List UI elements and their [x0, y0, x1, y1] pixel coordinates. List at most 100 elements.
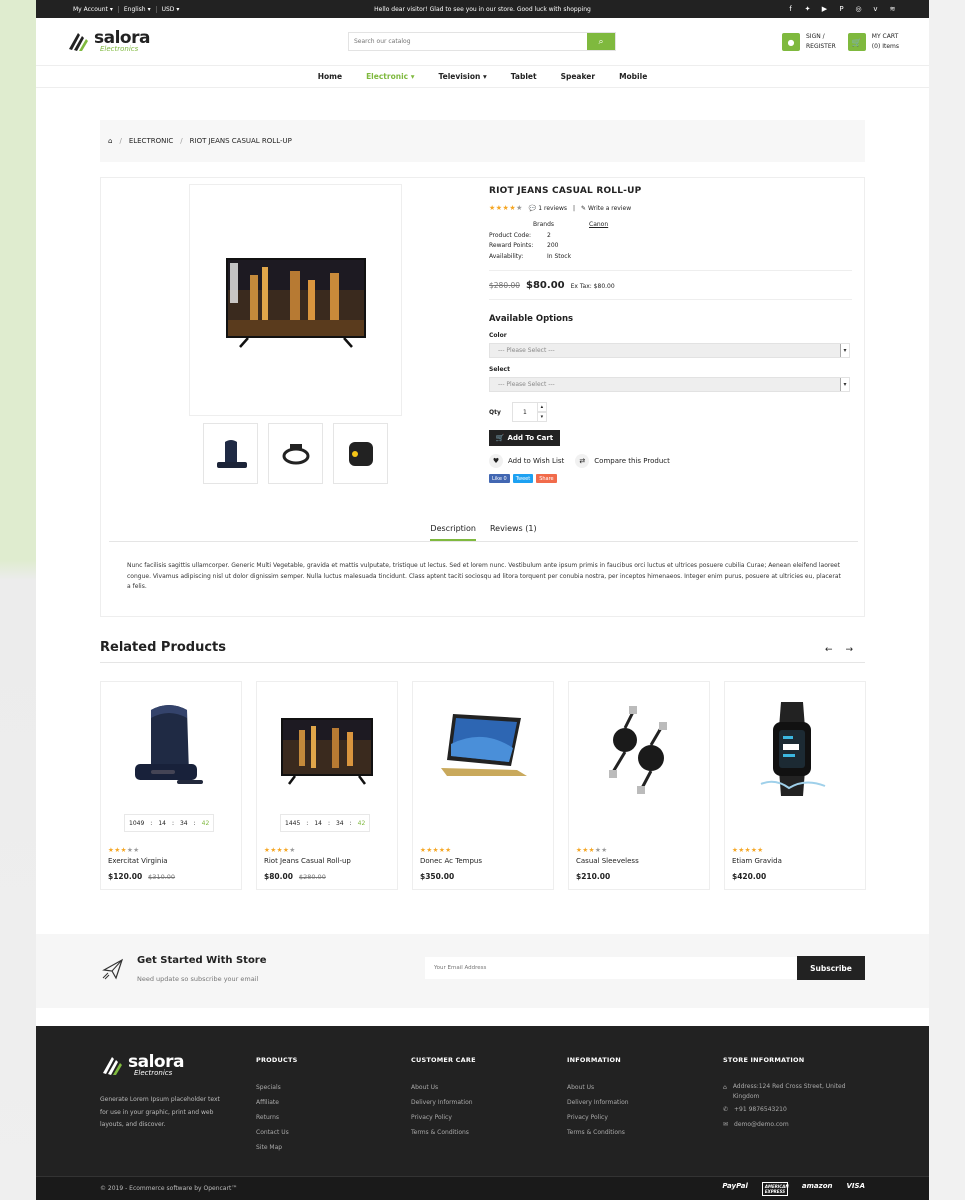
facebook-icon[interactable]: f [786, 5, 795, 13]
rss-icon[interactable]: ≋ [888, 5, 897, 13]
nav-item-electronic[interactable]: Electronic ▾ [366, 72, 414, 81]
qty-up-icon[interactable]: ▴ [536, 402, 547, 412]
home-icon: ⌂ [723, 1084, 727, 1091]
footer-link[interactable]: Delivery Information [567, 1095, 629, 1110]
product-card[interactable]: ★★★★★ Etiam Gravida $420.00 [724, 681, 866, 890]
thumbnail[interactable] [268, 423, 323, 484]
footer-link[interactable]: Affiliate [256, 1095, 297, 1110]
social-links: f ✦ ▶ P ◎ v ≋ [786, 5, 897, 13]
reviews-link[interactable]: 💬 1 reviews [529, 205, 567, 212]
brand-link[interactable]: Canon [589, 220, 608, 231]
home-icon[interactable]: ⌂ [108, 137, 112, 145]
product-name[interactable]: Riot Jeans Casual Roll-up [264, 857, 351, 865]
product-tabs: Description Reviews (1) [109, 524, 858, 542]
product-name[interactable]: Etiam Gravida [732, 857, 782, 865]
product-name[interactable]: Exercitat Virginia [108, 857, 168, 865]
color-select[interactable]: --- Please Select --- ▾ [489, 343, 850, 358]
breadcrumb-item[interactable]: ELECTRONIC [129, 137, 173, 145]
product-image[interactable] [257, 692, 397, 804]
product-main-image[interactable] [189, 184, 402, 416]
product-card[interactable]: 1049:14:34:42 ★★★★★ Exercitat Virginia $… [100, 681, 242, 890]
product-card[interactable]: ★★★★★ Casual Sleeveless $210.00 [568, 681, 710, 890]
footer-link[interactable]: Specials [256, 1080, 297, 1095]
product-image[interactable] [569, 692, 709, 804]
nav-item-speaker[interactable]: Speaker [561, 72, 596, 81]
product-image[interactable] [413, 692, 553, 804]
nav-item-mobile[interactable]: Mobile [619, 72, 647, 81]
thumbnail[interactable] [333, 423, 388, 484]
search-input[interactable] [349, 33, 587, 50]
header: salora Electronics ⌕ ● SIGN / REGISTER 🛒… [36, 18, 929, 66]
nav-item-home[interactable]: Home [318, 72, 342, 81]
footer-customer-care: CUSTOMER CARE About Us Delivery Informat… [411, 1056, 476, 1140]
page: My Account ▾ English ▾ USD ▾ Hello dear vis… [36, 0, 929, 1200]
qty-down-icon[interactable]: ▾ [536, 412, 547, 422]
breadcrumb-item[interactable]: RIOT JEANS CASUAL ROLL-UP [190, 137, 292, 145]
arrow-right-icon[interactable]: → [846, 645, 854, 655]
add-to-cart-button[interactable]: 🛒 Add To Cart [489, 430, 560, 446]
product-image[interactable] [101, 692, 241, 804]
speaker-icon [216, 439, 247, 468]
logo[interactable]: salora Electronics [66, 29, 150, 53]
email-field[interactable] [425, 957, 797, 979]
nav-item-tablet[interactable]: Tablet [511, 72, 537, 81]
chevron-down-icon: ▾ [176, 5, 180, 13]
cart-icon: 🛒 [495, 434, 505, 442]
option-select[interactable]: --- Please Select --- ▾ [489, 377, 850, 392]
qty-input[interactable]: 1 [511, 402, 538, 422]
arrow-left-icon[interactable]: ← [825, 645, 833, 655]
subscribe-button[interactable]: Subscribe [797, 956, 865, 980]
product-name[interactable]: Donec Ac Tempus [420, 857, 482, 865]
twitter-icon[interactable]: ✦ [803, 5, 812, 13]
wishlist-link[interactable]: Add to Wish List [508, 457, 564, 465]
cart-label: MY CART [871, 33, 899, 40]
currency-dropdown[interactable]: USD ▾ [157, 6, 185, 13]
footer-link[interactable]: Returns [256, 1110, 297, 1125]
language-dropdown[interactable]: English ▾ [119, 5, 157, 13]
write-review-link[interactable]: ✎ Write a review [581, 205, 631, 212]
chevron-down-icon: ▾ [840, 344, 849, 357]
timer-seconds: 42 [201, 819, 210, 827]
footer-link[interactable]: Delivery Information [411, 1095, 476, 1110]
pinterest-icon[interactable]: P [837, 5, 846, 13]
product-card[interactable]: 1445:14:34:42 ★★★★★ Riot Jeans Casual Ro… [256, 681, 398, 890]
search-button[interactable]: ⌕ [587, 33, 615, 50]
footer-store-info: STORE INFORMATION ⌂ Address:124 Red Cross… [723, 1056, 853, 1132]
product-name[interactable]: Casual Sleeveless [576, 857, 639, 865]
footer-link[interactable]: Privacy Policy [411, 1110, 476, 1125]
timer-seconds: 42 [357, 819, 366, 827]
store-email[interactable]: demo@demo.com [734, 1117, 789, 1132]
heart-icon[interactable]: ♥ [489, 454, 503, 468]
footer-logo[interactable]: salora Electronics [100, 1053, 184, 1077]
compare-icon[interactable]: ⇄ [575, 454, 590, 468]
share-button[interactable]: Share [536, 474, 557, 483]
sign-register-link[interactable]: ● SIGN / REGISTER [781, 32, 836, 52]
tab-description[interactable]: Description [430, 524, 476, 541]
footer-link[interactable]: Site Map [256, 1140, 297, 1155]
vimeo-icon[interactable]: v [871, 5, 880, 13]
footer-link[interactable]: Terms & Conditions [567, 1125, 629, 1140]
my-account-dropdown[interactable]: My Account ▾ [68, 5, 119, 13]
nav-item-television[interactable]: Television ▾ [438, 72, 486, 81]
footer-link[interactable]: Contact Us [256, 1125, 297, 1140]
footer-heading: PRODUCTS [256, 1056, 298, 1064]
tweet-button[interactable]: Tweet [512, 474, 534, 483]
product-image[interactable] [725, 692, 865, 804]
product-card[interactable]: ★★★★★ Donec Ac Tempus $350.00 [412, 681, 554, 890]
footer-link[interactable]: Privacy Policy [567, 1110, 629, 1125]
cable-icon [609, 706, 667, 794]
phone-icon: ✆ [723, 1106, 729, 1113]
tab-reviews[interactable]: Reviews (1) [490, 524, 537, 541]
footer-link[interactable]: About Us [567, 1080, 629, 1095]
cart-button[interactable]: 🛒 MY CART (0) Items [847, 32, 899, 52]
compare-link[interactable]: Compare this Product [594, 457, 670, 465]
instagram-icon[interactable]: ◎ [854, 5, 863, 13]
facebook-like-button[interactable]: Like 0 [489, 474, 510, 483]
footer-link[interactable]: About Us [411, 1080, 476, 1095]
youtube-icon[interactable]: ▶ [820, 5, 829, 13]
option-select-value: --- Please Select --- [498, 381, 555, 388]
thumbnail[interactable] [203, 423, 258, 484]
reward-value: 200 [547, 242, 559, 249]
copyright-text: © 2019 - Ecommerce software by Opencart™ [100, 1185, 238, 1192]
footer-link[interactable]: Terms & Conditions [411, 1125, 476, 1140]
